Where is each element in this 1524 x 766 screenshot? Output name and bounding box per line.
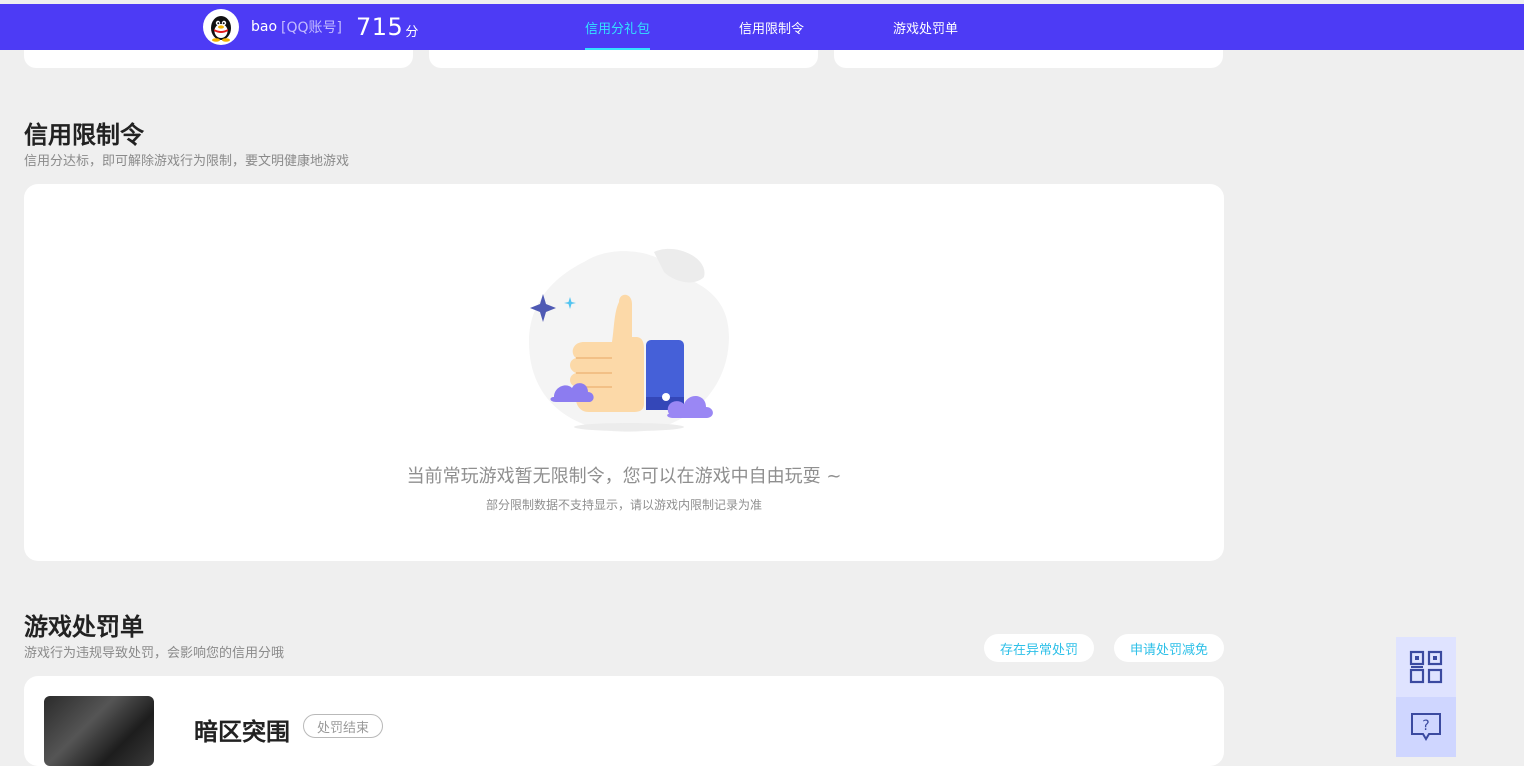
tab-label: 信用分礼包	[585, 21, 651, 37]
tab-credit-restriction[interactable]: 信用限制令	[739, 4, 804, 50]
credit-score-unit: 分	[405, 24, 419, 40]
qq-penguin-icon[interactable]	[203, 9, 239, 45]
appeal-penalty-button[interactable]: 申请处罚减免	[1114, 634, 1224, 662]
game-name: 暗区突围	[194, 718, 290, 746]
tab-label: 信用限制令	[739, 21, 805, 37]
thumbs-up-illustration	[529, 248, 729, 432]
user-info: bao [QQ账号] 715 分	[203, 4, 418, 50]
username: bao	[251, 19, 278, 35]
restriction-empty-card: 当前常玩游戏暂无限制令，您可以在游戏中自由玩耍 ~ 部分限制数据不支持显示，请以…	[24, 184, 1224, 561]
credit-score: 715	[356, 13, 404, 41]
svg-text:?: ?	[1422, 718, 1429, 734]
gift-card[interactable]	[24, 50, 413, 68]
qrcode-icon	[1409, 650, 1443, 684]
empty-message: 当前常玩游戏暂无限制令，您可以在游戏中自由玩耍 ~	[406, 466, 842, 487]
restriction-section-subtitle: 信用分达标，即可解除游戏行为限制，要文明健康地游戏	[24, 154, 350, 169]
gift-card[interactable]	[429, 50, 818, 68]
account-type-label: [QQ账号]	[281, 20, 342, 36]
tab-label: 游戏处罚单	[893, 21, 959, 37]
status-badge: 处罚结束	[303, 714, 384, 738]
penalty-card[interactable]: 暗区突围 处罚结束	[24, 676, 1224, 766]
qrcode-button[interactable]	[1396, 637, 1456, 697]
gift-card[interactable]	[834, 50, 1223, 68]
tab-credit-gift[interactable]: 信用分礼包	[585, 4, 651, 50]
feedback-question-icon: ?	[1411, 713, 1441, 741]
restriction-section-title: 信用限制令	[24, 121, 144, 149]
empty-note: 部分限制数据不支持显示，请以游戏内限制记录为准	[485, 498, 762, 512]
penalty-section-title: 游戏处罚单	[24, 613, 144, 641]
game-thumbnail	[44, 696, 154, 766]
feedback-button[interactable]: ?	[1396, 697, 1456, 757]
penalty-section-subtitle: 游戏行为违规导致处罚，会影响您的信用分哦	[24, 646, 285, 661]
tab-game-penalty[interactable]: 游戏处罚单	[893, 4, 958, 50]
top-nav-bar: bao [QQ账号] 715 分 信用分礼包 信用限制令 游戏处罚单	[0, 4, 1524, 50]
abnormal-penalty-button[interactable]: 存在异常处罚	[984, 634, 1094, 662]
